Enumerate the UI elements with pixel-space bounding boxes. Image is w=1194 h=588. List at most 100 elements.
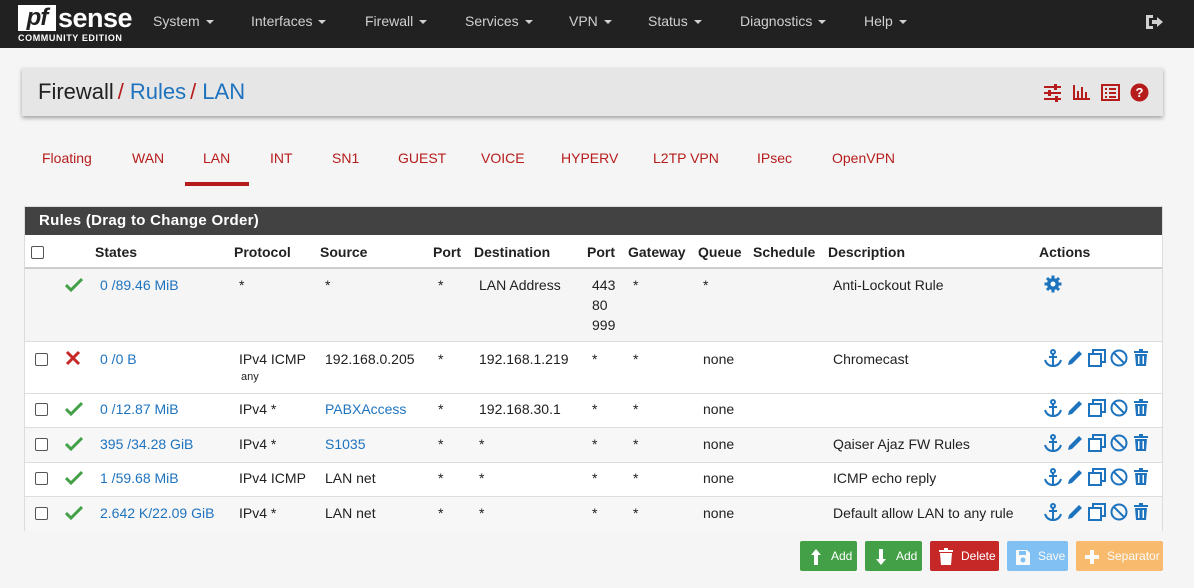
tab-l2tp-vpn[interactable]: L2TP VPN (653, 150, 719, 186)
tab-int[interactable]: INT (270, 150, 293, 186)
nav-services[interactable]: Services (465, 0, 533, 48)
separator-label: Separator (1107, 549, 1160, 563)
states-link[interactable]: 0 /89.46 MiB (100, 277, 179, 293)
ban-icon[interactable] (1110, 399, 1128, 417)
col-source: Source (320, 244, 368, 260)
copy-icon[interactable] (1088, 468, 1106, 486)
add-bottom-label: Add (896, 549, 918, 563)
tab-sn1[interactable]: SN1 (332, 150, 359, 186)
tab-voice[interactable]: VOICE (481, 150, 525, 186)
anchor-icon[interactable] (1044, 434, 1062, 453)
tab-floating[interactable]: Floating (42, 150, 92, 186)
help-icon[interactable]: ? (1130, 83, 1149, 102)
tab-openvpn[interactable]: OpenVPN (832, 150, 895, 186)
nav-interfaces[interactable]: Interfaces (251, 0, 327, 48)
check-icon (64, 505, 84, 521)
divider (25, 393, 1162, 394)
copy-icon[interactable] (1088, 503, 1106, 521)
gateway: * (633, 401, 639, 417)
tab-lan[interactable]: LAN (203, 150, 230, 186)
source: LAN net (325, 505, 376, 521)
col-protocol: Protocol (234, 244, 291, 260)
copy-icon[interactable] (1088, 399, 1106, 417)
pencil-icon[interactable] (1066, 349, 1084, 367)
nav-system[interactable]: System (153, 0, 214, 48)
arrow-down-icon (873, 547, 889, 565)
settings-sliders-icon[interactable] (1043, 83, 1062, 102)
states-link[interactable]: 2.642 K/22.09 GiB (100, 505, 214, 521)
logo-edition: COMMUNITY EDITION (18, 33, 123, 43)
anchor-icon[interactable] (1044, 399, 1062, 418)
source-alias-link[interactable]: PABXAccess (325, 401, 406, 417)
states-link[interactable]: 0 /12.87 MiB (100, 401, 179, 417)
gateway: * (633, 351, 639, 367)
select-all-checkbox[interactable] (31, 246, 44, 259)
nav-label: Services (465, 13, 519, 29)
caret-down-icon (205, 20, 214, 24)
tab-ipsec[interactable]: IPsec (757, 150, 792, 186)
col-source-port: Port (433, 244, 461, 260)
states-link[interactable]: 395 /34.28 GiB (100, 436, 193, 452)
ban-icon[interactable] (1110, 349, 1128, 367)
save-label: Save (1038, 549, 1066, 563)
gear-icon[interactable] (1044, 275, 1062, 293)
row-checkbox[interactable] (35, 507, 48, 520)
logout-icon[interactable] (1144, 12, 1164, 32)
description: Default allow LAN to any rule (833, 505, 1014, 521)
copy-icon[interactable] (1088, 434, 1106, 452)
row-checkbox[interactable] (35, 403, 48, 416)
ban-icon[interactable] (1110, 468, 1128, 486)
breadcrumb-rules-link[interactable]: Rules (130, 79, 186, 104)
tab-guest[interactable]: GUEST (398, 150, 446, 186)
col-actions: Actions (1039, 244, 1091, 260)
bar-chart-icon[interactable] (1072, 83, 1091, 102)
trash-icon[interactable] (1132, 434, 1150, 452)
description: Chromecast (833, 351, 909, 367)
pencil-icon[interactable] (1066, 399, 1084, 417)
divider (25, 427, 1162, 428)
add-bottom-button[interactable]: Add (865, 541, 922, 571)
ban-icon[interactable] (1110, 434, 1128, 452)
anchor-icon[interactable] (1044, 468, 1062, 487)
anchor-icon[interactable] (1044, 503, 1062, 522)
trash-icon[interactable] (1132, 399, 1150, 417)
trash-icon[interactable] (1132, 468, 1150, 486)
ban-icon[interactable] (1110, 503, 1128, 521)
row-checkbox[interactable] (35, 472, 48, 485)
anchor-icon[interactable] (1044, 349, 1062, 368)
source-port: * (438, 505, 444, 521)
nav-firewall[interactable]: Firewall (365, 0, 428, 48)
tab-hyperv[interactable]: HYPERV (561, 150, 618, 186)
row-checkbox[interactable] (35, 353, 48, 366)
queue: none (703, 470, 735, 486)
breadcrumb-separator: / (190, 79, 197, 104)
breadcrumb-lan-link[interactable]: LAN (202, 79, 245, 104)
states-link[interactable]: 0 /0 B (100, 351, 137, 367)
dest-port: * (592, 505, 598, 521)
add-top-button[interactable]: Add (800, 541, 857, 571)
nav-status[interactable]: Status (648, 0, 702, 48)
caret-down-icon (818, 20, 827, 24)
trash-icon (938, 547, 954, 565)
copy-icon[interactable] (1088, 349, 1106, 367)
row-checkbox[interactable] (35, 438, 48, 451)
caret-down-icon (693, 20, 702, 24)
pencil-icon[interactable] (1066, 468, 1084, 486)
pencil-icon[interactable] (1066, 434, 1084, 452)
nav-vpn[interactable]: VPN (569, 0, 612, 48)
queue: none (703, 505, 735, 521)
pfsense-logo[interactable]: pf sense COMMUNITY EDITION (18, 3, 133, 45)
pencil-icon[interactable] (1066, 503, 1084, 521)
delete-button[interactable]: Delete (930, 541, 999, 571)
save-button[interactable]: Save (1007, 541, 1068, 571)
nav-help[interactable]: Help (864, 0, 907, 48)
list-icon[interactable] (1101, 83, 1121, 102)
trash-icon[interactable] (1132, 349, 1150, 367)
states-link[interactable]: 1 /59.68 MiB (100, 470, 179, 486)
separator-button[interactable]: Separator (1076, 541, 1163, 571)
nav-diagnostics[interactable]: Diagnostics (740, 0, 827, 48)
destination: * (479, 470, 485, 486)
trash-icon[interactable] (1132, 503, 1150, 521)
source-alias-link[interactable]: S1035 (325, 436, 365, 452)
tab-wan[interactable]: WAN (132, 150, 164, 186)
